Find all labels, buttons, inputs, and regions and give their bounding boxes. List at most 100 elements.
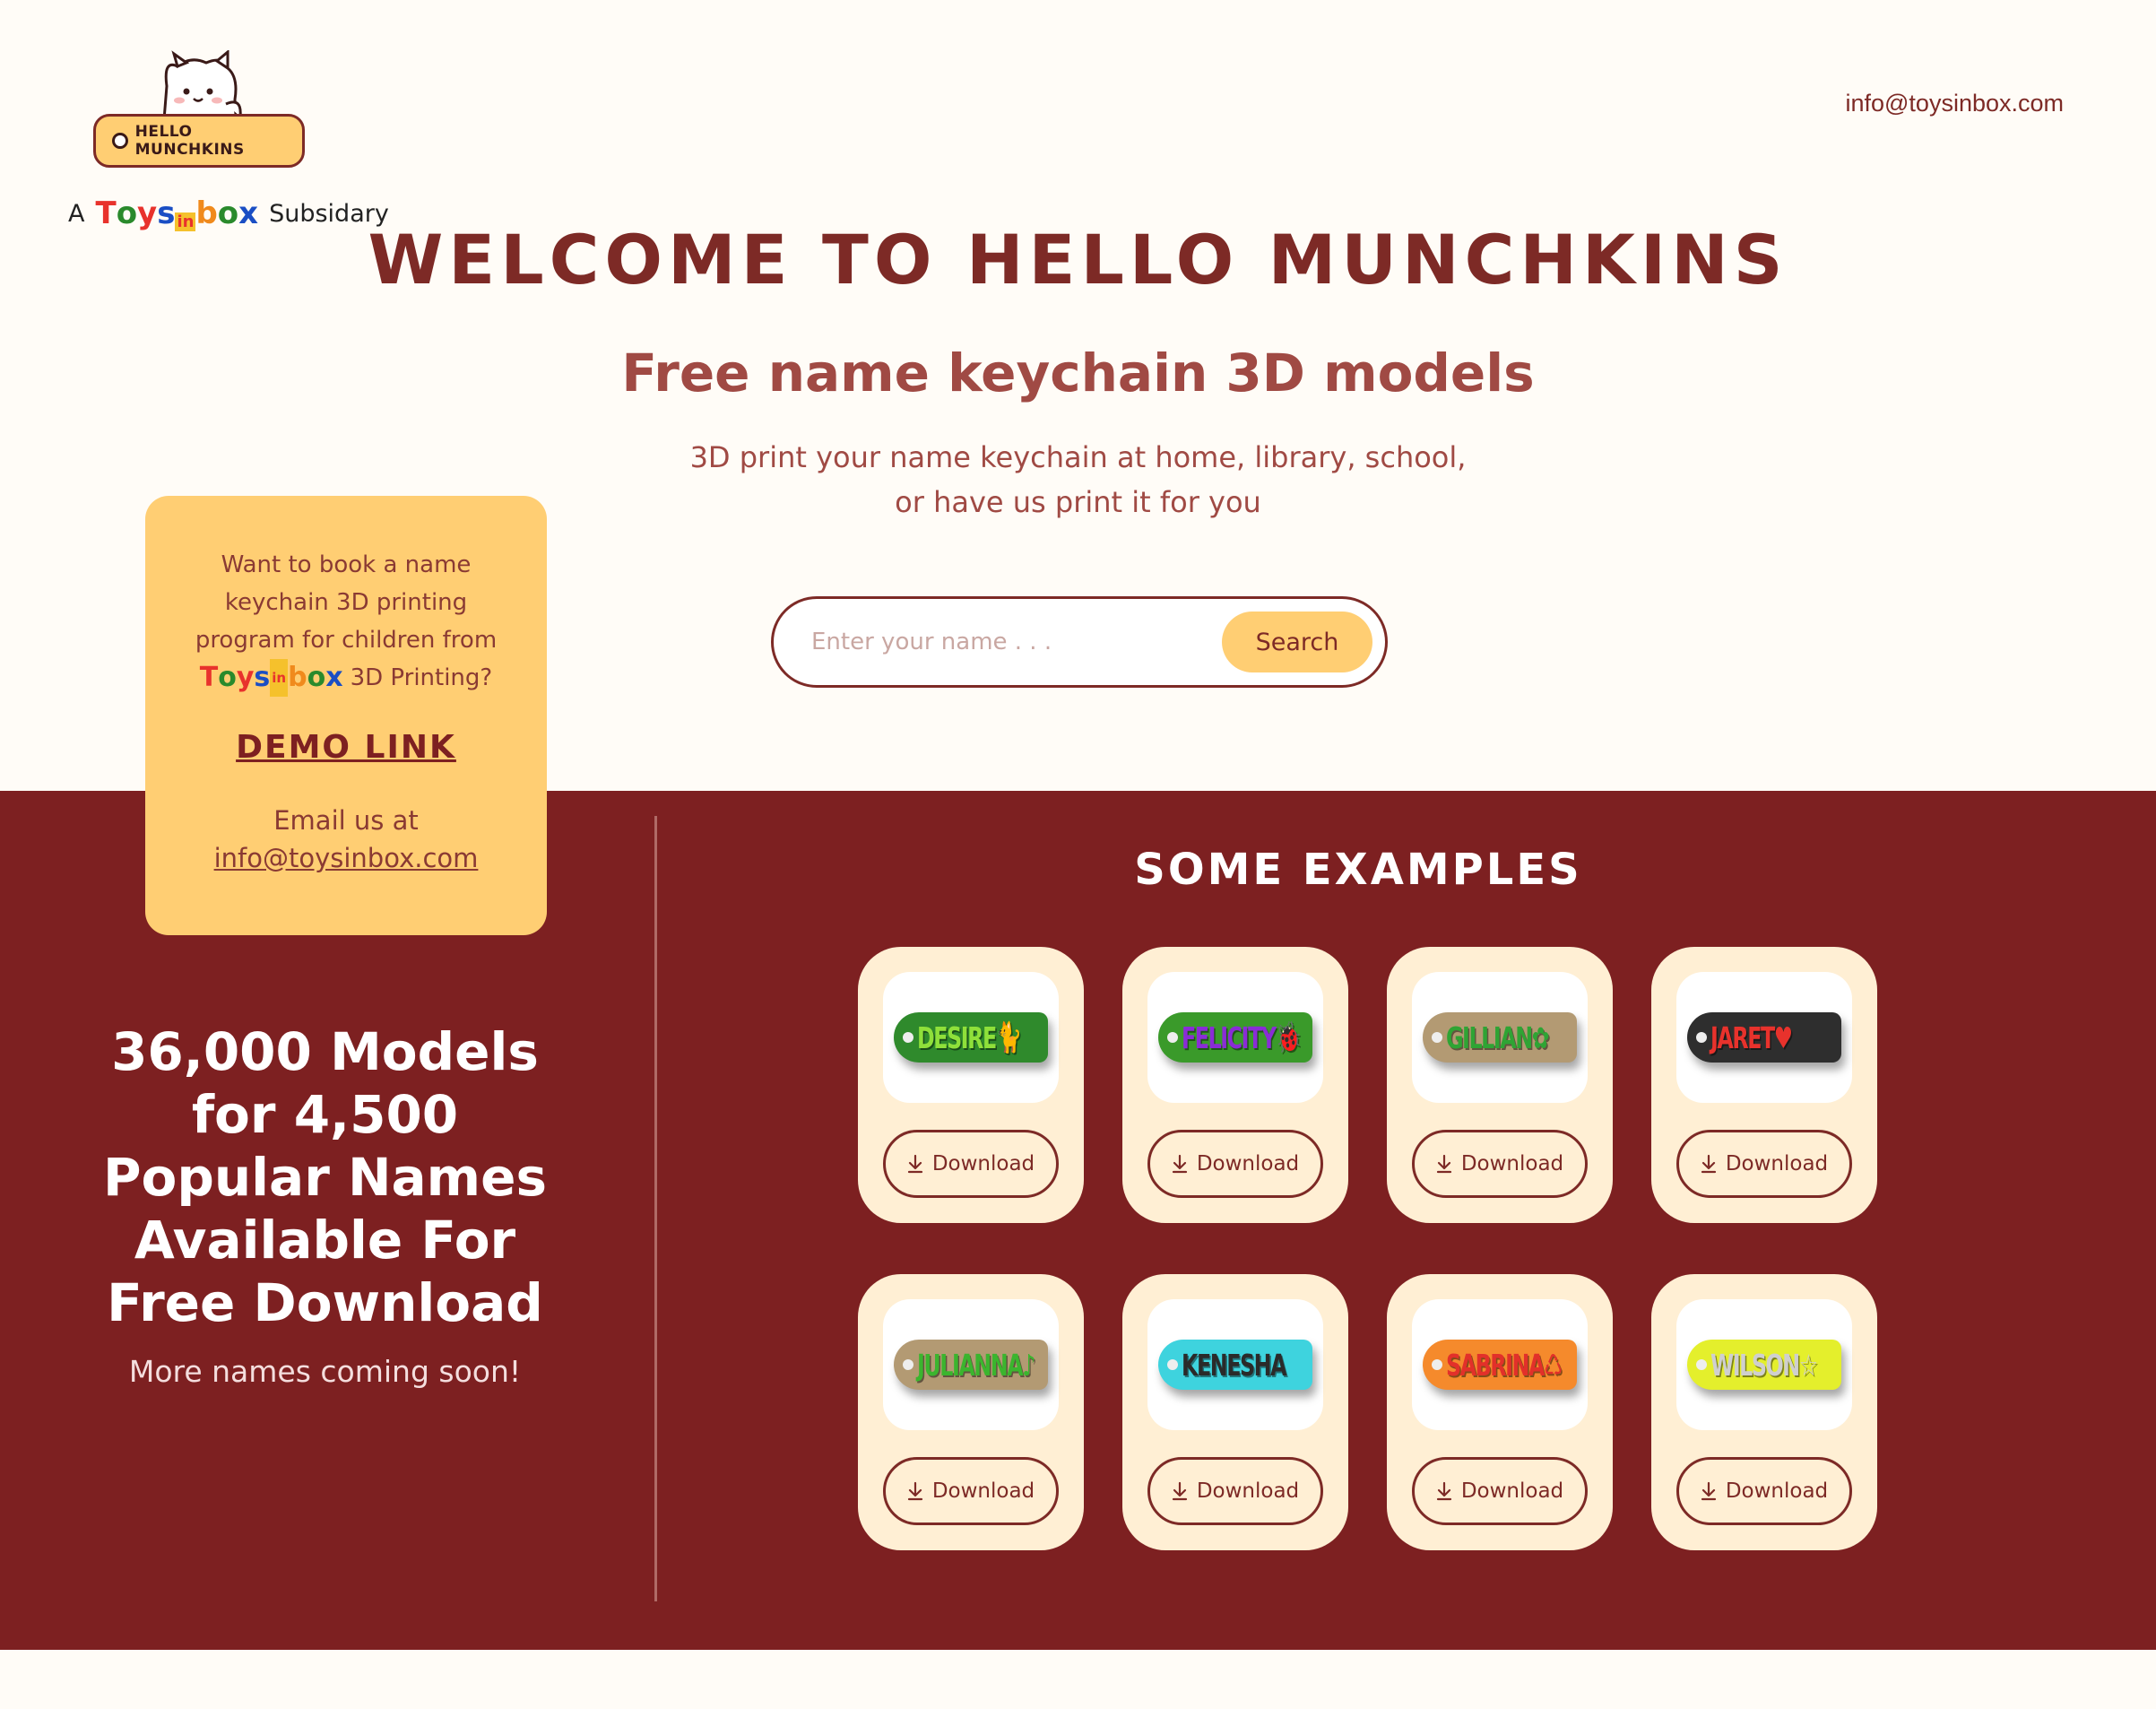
keyring-hole-icon (1696, 1359, 1707, 1370)
download-button[interactable]: Download (1147, 1457, 1323, 1525)
keychain-name: KENESHA (1182, 1345, 1287, 1384)
keyring-hole-icon (903, 1359, 913, 1370)
keychain-symbol-icon: ✿ (1531, 1019, 1550, 1055)
promo-line: keychain 3D printing (224, 589, 468, 616)
keychain-preview: JARET ♥ (1676, 972, 1852, 1103)
example-card: KENESHA Download (1122, 1274, 1348, 1550)
download-label: Download (1460, 1152, 1564, 1175)
keychain-name: GILLIAN ✿ (1446, 1018, 1550, 1057)
download-button[interactable]: Download (1147, 1130, 1323, 1198)
page-footer-strip (0, 1650, 2156, 1709)
keychain-name: JARET ♥ (1710, 1018, 1801, 1057)
toysinbox-logo: To y s in b o x (200, 659, 343, 697)
download-icon (1436, 1481, 1451, 1501)
examples-title: Some Examples (1134, 845, 1582, 895)
download-icon (1701, 1154, 1716, 1174)
keychain-symbol-icon: ♺ (1543, 1347, 1563, 1383)
download-icon (907, 1481, 922, 1501)
keychain-model-image: KENESHA (1158, 1340, 1312, 1390)
stats-line: 36,000 Models (111, 1021, 539, 1082)
keychain-preview: SABRINA ♺ (1412, 1299, 1588, 1430)
example-card: SABRINA ♺ Download (1387, 1274, 1613, 1550)
keychain-symbol-icon: ☆ (1798, 1347, 1818, 1383)
keychain-symbol-icon: 🐞 (1275, 1019, 1303, 1054)
examples-grid: DESIRE 🐈 Download FELICITY 🐞 Download GILLIAN ✿… (858, 947, 1877, 1550)
keychain-preview: GILLIAN ✿ (1412, 972, 1588, 1103)
logo-badge: HELLO MUNCHKINS (93, 114, 305, 168)
download-button[interactable]: Download (883, 1130, 1059, 1198)
keychain-model-image: JARET ♥ (1687, 1012, 1841, 1063)
example-card: GILLIAN ✿ Download (1387, 947, 1613, 1223)
promo-email-link[interactable]: info@toysinbox.com (214, 843, 479, 873)
page-title: Welcome to Hello Munchkins (368, 220, 1788, 299)
example-card: JARET ♥ Download (1651, 947, 1877, 1223)
search-form: Search (771, 596, 1388, 688)
promo-line: Want to book a name (221, 551, 472, 578)
keychain-preview: JULIANNA ♪ (883, 1299, 1059, 1430)
keychain-model-image: DESIRE 🐈 (894, 1012, 1048, 1063)
download-icon (1701, 1481, 1716, 1501)
keychain-preview: WILSON ☆ (1676, 1299, 1852, 1430)
keychain-name-text: KENESHA (1182, 1347, 1287, 1383)
keyring-hole-icon (903, 1032, 913, 1043)
stats-line: Free Download (107, 1272, 543, 1333)
keychain-name: WILSON ☆ (1710, 1345, 1818, 1384)
keychain-name: JULIANNA ♪ (917, 1345, 1035, 1384)
keychain-name: SABRINA ♺ (1446, 1345, 1563, 1384)
models-stats-heading: 36,000 Models for 4,500 Popular Names Av… (90, 1020, 560, 1334)
example-card: WILSON ☆ Download (1651, 1274, 1877, 1550)
download-label: Download (1725, 1152, 1829, 1175)
keychain-model-image: JULIANNA ♪ (894, 1340, 1048, 1390)
search-button[interactable]: Search (1222, 612, 1372, 672)
keychain-preview: FELICITY 🐞 (1147, 972, 1323, 1103)
stats-line: Popular Names (103, 1147, 547, 1208)
keychain-name: DESIRE 🐈 (917, 1018, 1022, 1057)
example-card: DESIRE 🐈 Download (858, 947, 1084, 1223)
keychain-name-text: JARET (1710, 1019, 1775, 1055)
download-icon (1172, 1481, 1187, 1501)
keychain-symbol-icon: 🐈 (995, 1019, 1023, 1054)
example-card: JULIANNA ♪ Download (858, 1274, 1084, 1550)
download-button[interactable]: Download (1412, 1130, 1588, 1198)
promo-email-label: Email us at (273, 805, 419, 836)
coming-soon-text: More names coming soon! (128, 1354, 522, 1389)
promo-line: program for children from (195, 627, 498, 654)
hero-description-line: 3D print your name keychain at home, lib… (689, 440, 1467, 474)
keychain-name-text: JULIANNA (917, 1347, 1024, 1383)
keychain-model-image: WILSON ☆ (1687, 1340, 1841, 1390)
hello-munchkins-logo[interactable]: HELLO MUNCHKINS (90, 47, 314, 172)
download-icon (1436, 1154, 1451, 1174)
download-button[interactable]: Download (1676, 1130, 1852, 1198)
download-label: Download (1460, 1479, 1564, 1503)
header-email-link[interactable]: info@toysinbox.com (1845, 90, 2064, 117)
download-button[interactable]: Download (1412, 1457, 1588, 1525)
promo-line: To y s in b o x 3D Printing? (181, 659, 511, 697)
circle-icon (112, 133, 128, 149)
download-button[interactable]: Download (883, 1457, 1059, 1525)
download-label: Download (931, 1479, 1035, 1503)
keychain-name-text: SABRINA (1446, 1347, 1545, 1383)
name-search-input[interactable] (811, 629, 1222, 655)
keychain-name-text: FELICITY (1182, 1019, 1277, 1055)
section-divider (654, 816, 657, 1601)
download-icon (1172, 1154, 1187, 1174)
booking-promo-card: Want to book a name keychain 3D printing… (145, 496, 547, 935)
stats-line: Available For (134, 1210, 516, 1271)
download-label: Download (1196, 1479, 1300, 1503)
keyring-hole-icon (1432, 1359, 1442, 1370)
promo-text: Want to book a name keychain 3D printing… (181, 546, 511, 697)
demo-link[interactable]: Demo Link (236, 729, 456, 766)
keychain-model-image: FELICITY 🐞 (1158, 1012, 1312, 1063)
download-label: Download (931, 1152, 1035, 1175)
example-card: FELICITY 🐞 Download (1122, 947, 1348, 1223)
keychain-preview: KENESHA (1147, 1299, 1323, 1430)
keyring-hole-icon (1167, 1032, 1178, 1043)
download-label: Download (1725, 1479, 1829, 1503)
keychain-symbol-icon: ♪ (1022, 1347, 1035, 1383)
download-label: Download (1196, 1152, 1300, 1175)
keychain-name-text: GILLIAN (1446, 1019, 1533, 1055)
keychain-name: FELICITY 🐞 (1182, 1018, 1302, 1057)
download-icon (907, 1154, 922, 1174)
keychain-model-image: GILLIAN ✿ (1423, 1012, 1577, 1063)
download-button[interactable]: Download (1676, 1457, 1852, 1525)
